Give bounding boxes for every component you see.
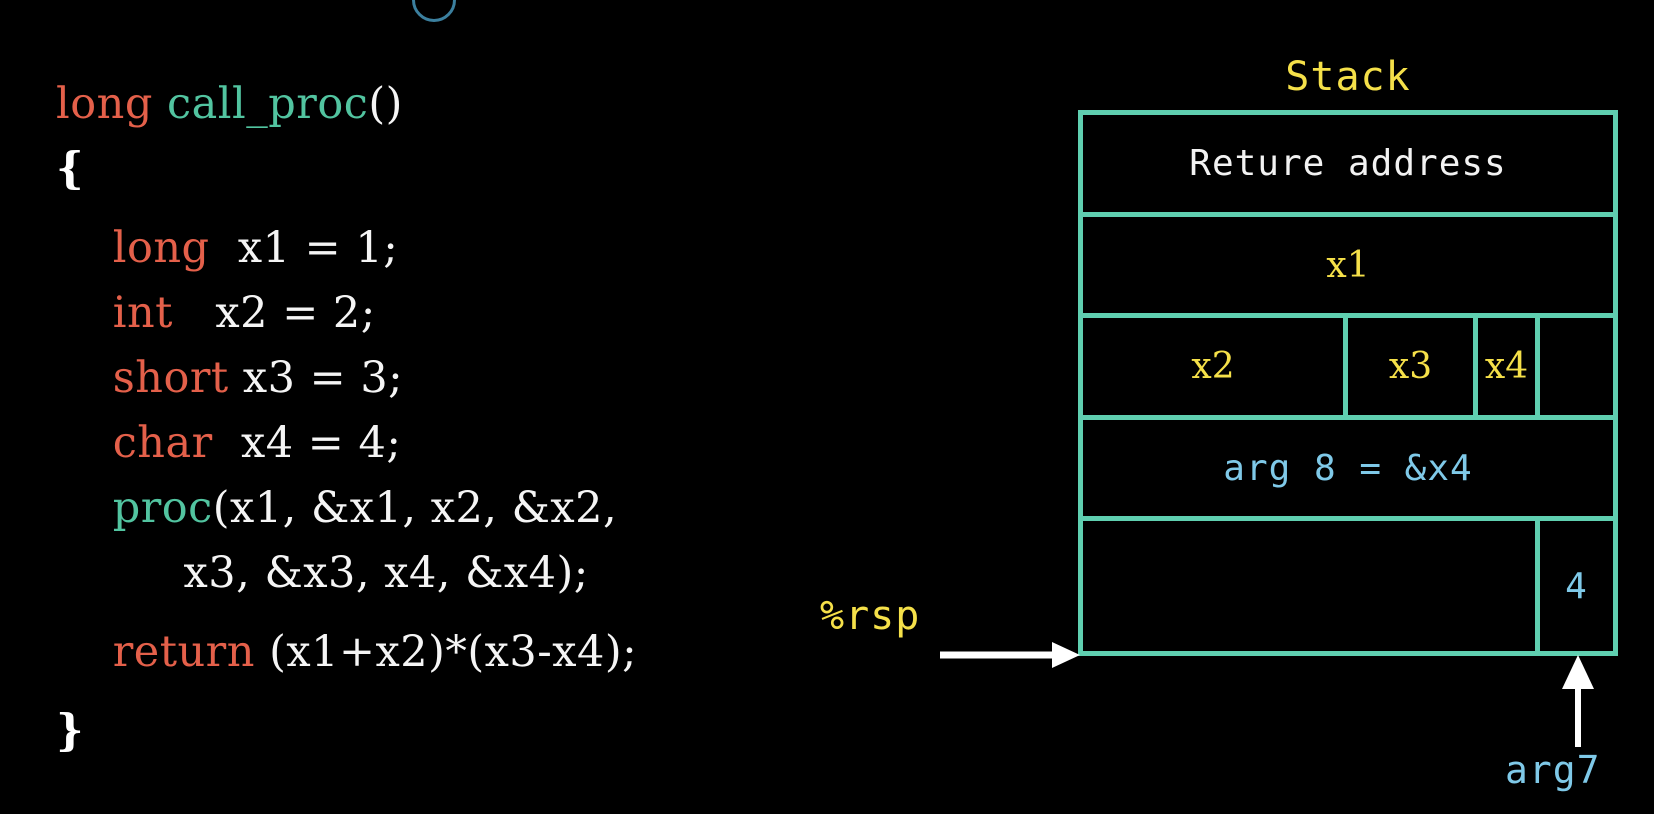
code-token-plain: x3, &x3, x4, &x4); <box>112 548 589 598</box>
stack-cell <box>1083 521 1540 651</box>
code-line: int x2 = 2; <box>56 281 876 346</box>
rsp-register-label: %rsp <box>820 593 921 639</box>
code-line: proc(x1, &x1, x2, &x2, <box>56 476 876 541</box>
code-token-brace: { <box>56 144 85 194</box>
stack-cell: x4 <box>1478 318 1540 415</box>
stack-cell: x2 <box>1083 318 1348 415</box>
stack-cell: Reture address <box>1189 143 1507 184</box>
stack-cell: x1 <box>1326 244 1370 286</box>
stack-cell <box>1540 318 1613 415</box>
code-token-brace: } <box>56 706 85 756</box>
code-token-plain: x3 = 3; <box>228 353 404 403</box>
code-token-keyword: long <box>112 223 210 273</box>
code-line: long call_proc() <box>56 72 876 137</box>
code-token-function: proc <box>112 483 213 533</box>
code-line: long x1 = 1; <box>56 216 876 281</box>
code-token-plain: x1 = 1; <box>209 223 399 273</box>
arg7-arrow-icon <box>1562 655 1594 747</box>
code-token-keyword: short <box>112 353 229 403</box>
code-line: short x3 = 3; <box>56 346 876 411</box>
stack-diagram: Stack Reture address x1 x2 x3 x4 arg 8 = &x4 4 <box>1078 54 1618 656</box>
code-token-keyword: long <box>56 79 153 129</box>
arg7-label: arg7 <box>1505 748 1601 792</box>
code-line: char x4 = 4; <box>56 411 876 476</box>
top-circle-artifact-icon <box>412 0 456 22</box>
stack-cell: x3 <box>1348 318 1478 415</box>
code-token-plain: (x1+x2)*(x3-x4); <box>254 627 638 677</box>
code-token-plain: x2 = 2; <box>172 288 376 338</box>
return-address-row: Reture address <box>1083 115 1613 217</box>
code-line: } <box>56 699 876 764</box>
stack-title: Stack <box>1285 54 1411 100</box>
arg8-row: arg 8 = &x4 <box>1083 420 1613 521</box>
code-token-plain: x4 = 4; <box>212 418 402 468</box>
code-line: x3, &x3, x4, &x4); <box>56 541 876 606</box>
code-token-plain: () <box>368 79 403 129</box>
x2-x3-x4-row: x2 x3 x4 <box>1083 318 1613 420</box>
code-line: { <box>56 137 876 202</box>
stack-cell: 4 <box>1565 565 1588 607</box>
stack-cell: arg 8 = &x4 <box>1223 447 1473 489</box>
arg7-row: 4 <box>1083 521 1613 651</box>
code-token-plain: (x1, &x1, x2, &x2, <box>212 483 618 533</box>
code-listing: long call_proc() { long x1 = 1; int x2 = … <box>56 72 876 764</box>
code-token-keyword: int <box>112 288 173 338</box>
code-token-keyword: char <box>112 418 213 468</box>
code-line: return (x1+x2)*(x3-x4); <box>56 620 876 685</box>
code-token-keyword: return <box>112 627 255 677</box>
x1-row: x1 <box>1083 217 1613 318</box>
code-token-function: call_proc <box>167 79 369 129</box>
stack-table: Reture address x1 x2 x3 x4 arg 8 = &x4 4 <box>1078 110 1618 656</box>
rsp-arrow-icon <box>940 642 1080 668</box>
